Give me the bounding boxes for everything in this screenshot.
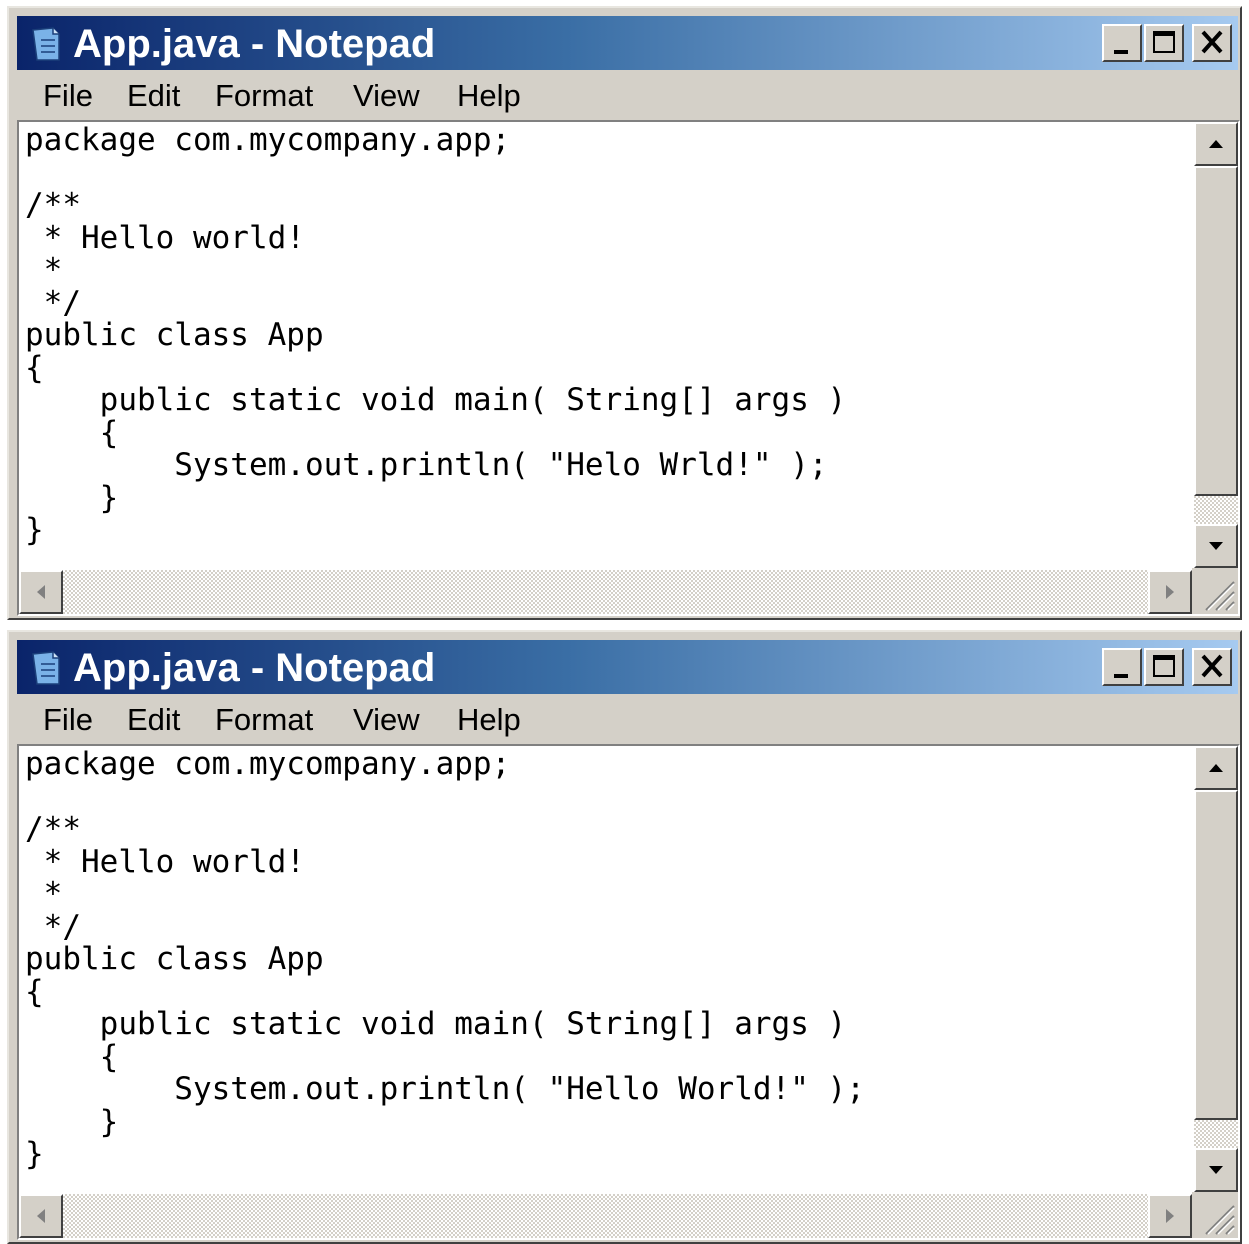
title-bar[interactable]: App.java - Notepad — [17, 640, 1238, 694]
size-grip[interactable] — [1192, 1192, 1238, 1238]
maximize-icon — [1153, 655, 1175, 677]
arrow-up-icon — [1209, 764, 1223, 772]
code-text[interactable]: package com.mycompany.app; /** * Hello w… — [19, 746, 1192, 1171]
scroll-up-button[interactable] — [1194, 122, 1238, 166]
notepad-icon — [32, 27, 60, 61]
resize-grip-icon — [1205, 1205, 1235, 1235]
close-icon — [1201, 654, 1223, 678]
scroll-down-button[interactable] — [1194, 524, 1238, 568]
scroll-down-button[interactable] — [1194, 1148, 1238, 1192]
menu-file-label: File — [43, 78, 93, 113]
arrow-left-icon — [37, 585, 45, 599]
maximize-button[interactable] — [1144, 648, 1184, 686]
text-area[interactable]: package com.mycompany.app; /** * Hello w… — [19, 122, 1192, 568]
minimize-icon — [1114, 50, 1128, 54]
size-grip[interactable] — [1192, 568, 1238, 614]
minimize-button[interactable] — [1102, 648, 1142, 686]
menu-bar: File Edit Format View Help — [17, 696, 1238, 744]
arrow-down-icon — [1209, 542, 1223, 550]
vertical-scrollbar[interactable] — [1194, 122, 1238, 568]
minimize-button[interactable] — [1102, 24, 1142, 62]
menu-view-label: View — [353, 78, 420, 113]
resize-grip-icon — [1205, 581, 1235, 611]
window-title: App.java - Notepad — [73, 22, 436, 66]
scroll-right-button[interactable] — [1148, 1194, 1192, 1238]
window-title: App.java - Notepad — [73, 646, 436, 690]
minimize-icon — [1114, 674, 1128, 678]
vertical-scroll-thumb[interactable] — [1194, 790, 1238, 1120]
scroll-left-button[interactable] — [19, 570, 63, 614]
arrow-right-icon — [1166, 585, 1174, 599]
maximize-button[interactable] — [1144, 24, 1184, 62]
notepad-window-bottom: App.java - Notepad File Edit Format View… — [7, 630, 1242, 1244]
title-bar[interactable]: App.java - Notepad — [17, 16, 1238, 70]
arrow-up-icon — [1209, 140, 1223, 148]
menu-view[interactable]: View — [353, 702, 420, 738]
maximize-icon — [1153, 31, 1175, 53]
notepad-icon — [32, 651, 60, 685]
menu-help[interactable]: Help — [457, 78, 521, 114]
menu-file-label: File — [43, 702, 93, 737]
menu-view-label: View — [353, 702, 420, 737]
code-text[interactable]: package com.mycompany.app; /** * Hello w… — [19, 122, 1192, 547]
menu-bar: File Edit Format View Help — [17, 72, 1238, 120]
close-button[interactable] — [1192, 24, 1232, 62]
horizontal-scrollbar[interactable] — [19, 570, 1192, 614]
menu-help-label: Help — [457, 702, 521, 737]
scroll-left-button[interactable] — [19, 1194, 63, 1238]
menu-edit-label: Edit — [127, 702, 181, 737]
notepad-window-top: App.java - Notepad File Edit Format View… — [7, 6, 1242, 620]
menu-file[interactable]: File — [43, 78, 93, 114]
menu-view[interactable]: View — [353, 78, 420, 114]
menu-help[interactable]: Help — [457, 702, 521, 738]
close-icon — [1201, 30, 1223, 54]
menu-format[interactable]: Format — [215, 702, 313, 738]
text-area[interactable]: package com.mycompany.app; /** * Hello w… — [19, 746, 1192, 1192]
arrow-left-icon — [37, 1209, 45, 1223]
editor-area[interactable]: package com.mycompany.app; /** * Hello w… — [17, 744, 1240, 1240]
arrow-right-icon — [1166, 1209, 1174, 1223]
menu-edit[interactable]: Edit — [127, 78, 180, 114]
horizontal-scrollbar[interactable] — [19, 1194, 1192, 1238]
scroll-up-button[interactable] — [1194, 746, 1238, 790]
vertical-scrollbar[interactable] — [1194, 746, 1238, 1192]
scroll-right-button[interactable] — [1148, 570, 1192, 614]
menu-file[interactable]: File — [43, 702, 93, 738]
editor-area[interactable]: package com.mycompany.app; /** * Hello w… — [17, 120, 1240, 616]
menu-edit[interactable]: Edit — [127, 702, 180, 738]
menu-format-label: Format — [215, 702, 314, 737]
close-button[interactable] — [1192, 648, 1232, 686]
menu-format-label: Format — [215, 78, 314, 113]
arrow-down-icon — [1209, 1166, 1223, 1174]
vertical-scroll-thumb[interactable] — [1194, 166, 1238, 496]
menu-help-label: Help — [457, 78, 521, 113]
menu-edit-label: Edit — [127, 78, 181, 113]
menu-format[interactable]: Format — [215, 78, 313, 114]
